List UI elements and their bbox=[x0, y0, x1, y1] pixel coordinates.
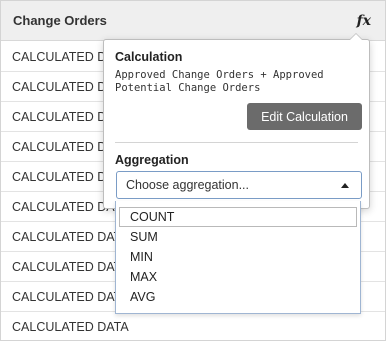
aggregation-placeholder: Choose aggregation... bbox=[126, 178, 250, 192]
option-max[interactable]: MAX bbox=[119, 267, 357, 287]
formula-fx-icon[interactable]: fx bbox=[355, 11, 373, 31]
formula-line-2: Potential Change Orders bbox=[115, 82, 261, 94]
option-count[interactable]: COUNT bbox=[119, 207, 357, 227]
option-sum[interactable]: SUM bbox=[119, 227, 357, 247]
aggregation-select[interactable]: Choose aggregation... bbox=[116, 171, 362, 199]
calculation-formula: Approved Change Orders + Approved Potent… bbox=[115, 69, 365, 95]
column-title: Change Orders bbox=[13, 13, 107, 28]
table-row: CALCULATED DATA bbox=[12, 319, 129, 334]
column-header: Change Orders fx bbox=[1, 1, 385, 41]
calculation-label: Calculation bbox=[115, 50, 183, 64]
caret-up-icon bbox=[341, 183, 349, 188]
edit-calculation-button[interactable]: Edit Calculation bbox=[247, 103, 362, 130]
aggregation-options-list: COUNT SUM MIN MAX AVG bbox=[115, 201, 361, 314]
option-min[interactable]: MIN bbox=[119, 247, 357, 267]
aggregation-label: Aggregation bbox=[115, 153, 189, 167]
section-divider bbox=[115, 142, 358, 143]
formula-line-1: Approved Change Orders + Approved bbox=[115, 69, 324, 81]
option-avg[interactable]: AVG bbox=[119, 287, 357, 307]
calculation-popover: Calculation Approved Change Orders + App… bbox=[103, 33, 370, 209]
